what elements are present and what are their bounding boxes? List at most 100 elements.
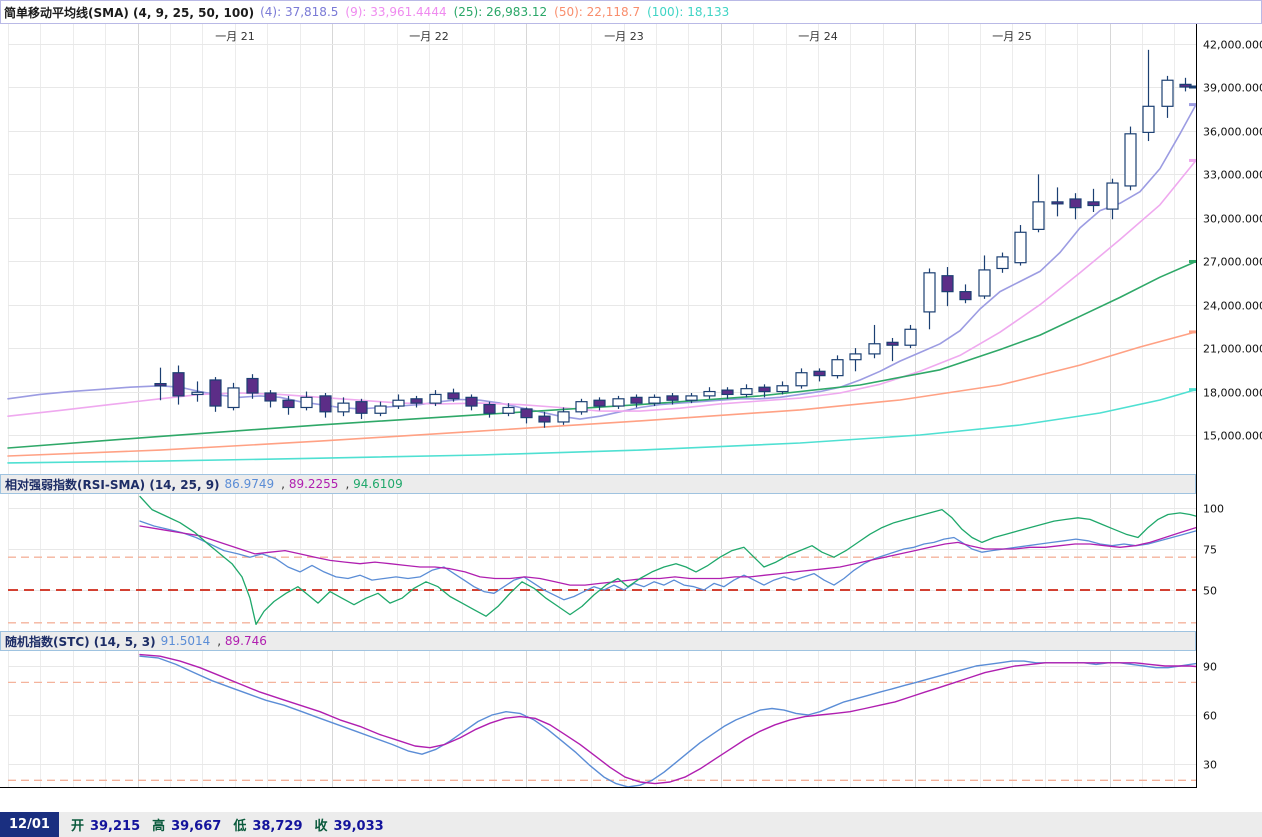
candle-up bbox=[849, 353, 862, 361]
candle-up bbox=[776, 385, 789, 393]
candle-up bbox=[429, 393, 442, 404]
svg-text:90: 90 bbox=[1203, 661, 1217, 674]
svg-text:24,000.0000: 24,000.0000 bbox=[1203, 300, 1262, 313]
candle-up bbox=[502, 406, 515, 414]
candle-up bbox=[612, 398, 625, 407]
rsi-line bbox=[139, 525, 1197, 586]
candle-down bbox=[1087, 201, 1100, 207]
candle-down bbox=[886, 341, 899, 346]
candle-down bbox=[465, 396, 478, 407]
candle-up bbox=[1106, 182, 1119, 210]
candle-down bbox=[483, 403, 496, 414]
rsi-hgrid: 100 75 50 bbox=[8, 503, 1224, 598]
candle-down bbox=[1069, 198, 1082, 209]
candle-down bbox=[209, 379, 222, 407]
candle-down bbox=[593, 399, 606, 407]
ohlc-value: 39,033 bbox=[333, 819, 384, 834]
candle-down bbox=[172, 372, 185, 397]
ohlc-label: 高 bbox=[152, 819, 166, 834]
ohlc-fields: 开 39,215 高 39,667 低 38,729 收 39,033 bbox=[71, 815, 396, 834]
candles-layer bbox=[154, 49, 1192, 428]
stc-panel-bottom-border bbox=[0, 787, 1196, 788]
svg-text:36,000.0000: 36,000.0000 bbox=[1203, 126, 1262, 139]
rsi-line bbox=[139, 520, 1197, 601]
svg-text:42,000.0000: 42,000.0000 bbox=[1203, 39, 1262, 52]
candle-up bbox=[904, 328, 917, 346]
candle-up bbox=[703, 390, 716, 397]
stc-levels bbox=[8, 681, 1196, 781]
svg-text:30,000.0000: 30,000.0000 bbox=[1203, 213, 1262, 226]
candle-up bbox=[227, 387, 240, 409]
candle-up bbox=[1161, 79, 1174, 107]
trading-chart-window: 42,000.0000 39,000.0000 36,000.0000 33,000.… bbox=[0, 0, 1262, 837]
candle-down bbox=[813, 370, 826, 377]
candle-up bbox=[648, 396, 661, 404]
candle-down bbox=[410, 398, 423, 404]
candle-down bbox=[447, 392, 460, 400]
svg-text:30: 30 bbox=[1203, 759, 1217, 772]
candle-down bbox=[355, 401, 368, 414]
candle-down bbox=[264, 392, 277, 402]
candle-up bbox=[978, 269, 991, 297]
stc-line bbox=[139, 655, 1197, 788]
svg-text:一月 23: 一月 23 bbox=[604, 30, 644, 43]
indicator-value: 86.9749 bbox=[224, 477, 275, 491]
ohlc-label: 低 bbox=[233, 819, 247, 834]
ohlc-value: 38,729 bbox=[252, 819, 303, 834]
price-hgrid: 42,000.0000 39,000.0000 36,000.0000 33,000.… bbox=[8, 39, 1262, 443]
candle-down bbox=[630, 396, 643, 404]
candle-up bbox=[740, 388, 753, 396]
candle-up bbox=[374, 405, 387, 414]
price-vgrid bbox=[8, 24, 1175, 474]
stc-values: 91.5014, 89.746 bbox=[161, 634, 274, 648]
candle-up bbox=[1142, 105, 1155, 133]
candle-down bbox=[959, 291, 972, 301]
candle-up bbox=[300, 396, 313, 409]
candle-down bbox=[520, 408, 533, 419]
rsi-title: 相对强弱指数(RSI-SMA) (14, 25, 9) bbox=[5, 477, 220, 492]
rsi-vgrid bbox=[8, 494, 1175, 631]
indicator-value: (100): 18,133 bbox=[647, 5, 730, 19]
value-separator: , bbox=[345, 477, 354, 491]
svg-text:一月 25: 一月 25 bbox=[992, 30, 1032, 43]
status-bar: 12/01 开 39,215 高 39,667 低 38,729 收 39,033 bbox=[0, 812, 1262, 837]
indicator-value: 94.6109 bbox=[353, 477, 403, 491]
candle-up bbox=[795, 372, 808, 387]
candle-down bbox=[758, 386, 771, 393]
candle-down bbox=[154, 382, 167, 387]
stc-indicator-header: 随机指数(STC) (14, 5, 3) 91.5014, 89.746 bbox=[0, 631, 1196, 651]
candle-up bbox=[557, 411, 570, 423]
sma-line bbox=[7, 331, 1197, 457]
charts-canvas[interactable]: 42,000.0000 39,000.0000 36,000.0000 33,000.… bbox=[0, 0, 1262, 837]
svg-text:一月 22: 一月 22 bbox=[409, 30, 449, 43]
price-axis-line bbox=[1196, 24, 1197, 788]
indicator-value: (4): 37,818.5 bbox=[260, 5, 339, 19]
svg-text:33,000.0000: 33,000.0000 bbox=[1203, 169, 1262, 182]
candle-up bbox=[685, 395, 698, 401]
ohlc-value: 39,667 bbox=[171, 819, 222, 834]
candle-down bbox=[282, 399, 295, 409]
indicator-value: 89.746 bbox=[224, 634, 267, 648]
candle-up bbox=[996, 256, 1009, 270]
svg-text:一月 21: 一月 21 bbox=[215, 30, 255, 43]
sma-title: 简单移动平均线(SMA) (4, 9, 25, 50, 100) bbox=[4, 5, 255, 20]
candle-up bbox=[1014, 231, 1027, 264]
candle-down bbox=[246, 377, 259, 394]
svg-text:50: 50 bbox=[1203, 585, 1217, 598]
rsi-values: 86.9749, 89.2255, 94.6109 bbox=[225, 477, 410, 491]
value-separator: , bbox=[217, 634, 225, 648]
rsi-line bbox=[139, 495, 1197, 626]
candle-up bbox=[923, 272, 936, 313]
svg-text:21,000.0000: 21,000.0000 bbox=[1203, 343, 1262, 356]
svg-text:75: 75 bbox=[1203, 544, 1217, 557]
indicator-value: (25): 26,983.12 bbox=[453, 5, 548, 19]
ohlc-label: 收 bbox=[314, 819, 328, 834]
indicator-value: (9): 33,961.4444 bbox=[345, 5, 447, 19]
ohlc-label: 开 bbox=[70, 819, 84, 834]
candle-up bbox=[868, 343, 881, 355]
indicator-value: (50): 22,118.7 bbox=[554, 5, 641, 19]
candle-up bbox=[191, 391, 204, 396]
candle-down bbox=[721, 389, 734, 396]
date-badge: 12/01 bbox=[0, 812, 59, 837]
sma-indicator-header: 简单移动平均线(SMA) (4, 9, 25, 50, 100) (4): 37… bbox=[0, 0, 1262, 24]
